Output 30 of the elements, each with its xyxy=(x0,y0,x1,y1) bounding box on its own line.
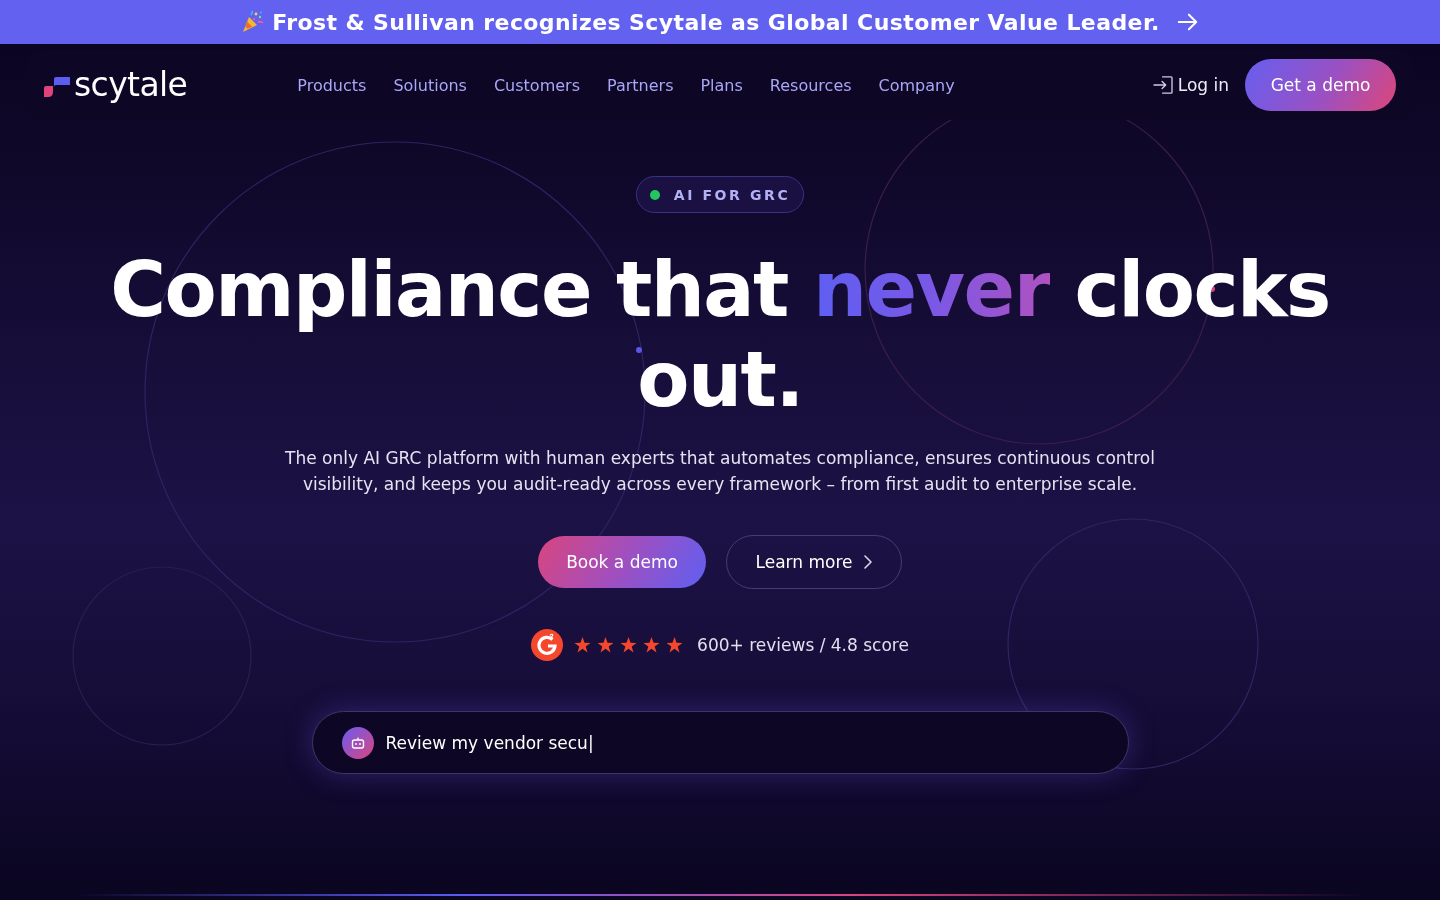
star-icon xyxy=(597,637,615,653)
review-site-logo-icon xyxy=(531,629,564,661)
star-icon xyxy=(620,637,638,653)
book-demo-button[interactable]: Book a demo xyxy=(538,536,706,588)
login-link[interactable]: Log in xyxy=(1152,75,1229,95)
get-demo-button[interactable]: Get a demo xyxy=(1245,59,1396,111)
arrow-right-icon xyxy=(1175,11,1200,33)
party-popper-icon xyxy=(240,10,265,34)
robot-icon xyxy=(341,726,374,759)
chevron-right-icon xyxy=(864,555,873,569)
nav-link[interactable]: Resources xyxy=(769,75,852,95)
star-icon xyxy=(574,637,592,653)
nav-link[interactable]: Partners xyxy=(607,75,674,95)
logo-mark-icon xyxy=(44,77,70,97)
nav-link[interactable]: Plans xyxy=(700,75,743,95)
status-dot-icon xyxy=(649,189,660,200)
login-icon xyxy=(1152,76,1173,94)
nav-link[interactable]: Customers xyxy=(493,75,580,95)
prompt-field[interactable]: Review my vendor secu| xyxy=(311,711,1129,774)
nav-link[interactable]: Products xyxy=(297,75,367,95)
logo-wordmark[interactable]: scytale xyxy=(74,65,188,105)
nav-link[interactable]: Solutions xyxy=(393,75,467,95)
hero-headline: Compliance that never clocks out. xyxy=(109,245,1331,425)
rating-text: 600+ reviews / 4.8 score xyxy=(697,635,909,655)
hero-badge: AI FOR GRC xyxy=(635,176,805,213)
star-icon xyxy=(643,637,661,653)
hero-description: The only AI GRC platform with human experts that automates compliance, ensures continuous control visibility, and keeps you audit-ready across every framework – from first audit to enterprise scale. xyxy=(284,447,1156,496)
announcement-text[interactable]: Frost & Sullivan recognizes Scytale as Global Customer Value Leader. xyxy=(272,9,1160,35)
nav-link[interactable]: Company xyxy=(878,75,955,95)
star-icon xyxy=(666,637,684,653)
